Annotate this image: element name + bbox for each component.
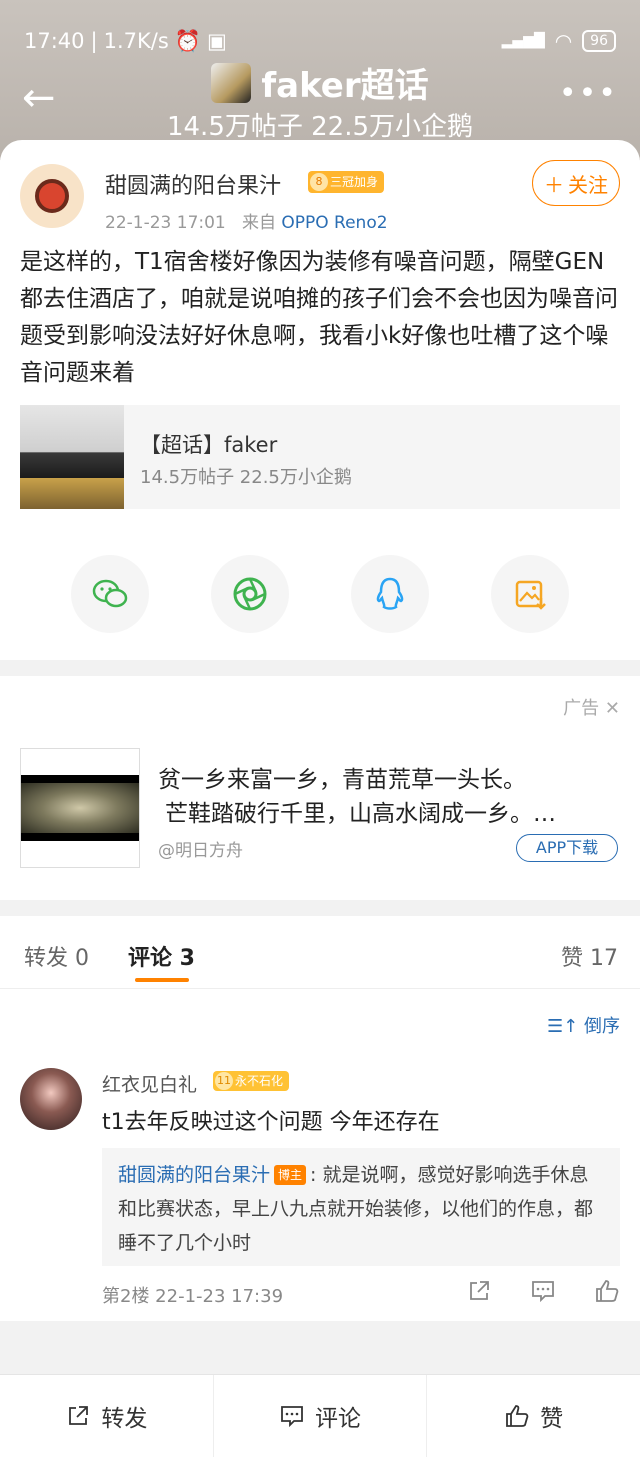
comment-reply-icon[interactable] bbox=[530, 1278, 556, 1304]
ad-source[interactable]: @明日方舟 bbox=[158, 836, 243, 861]
comment-actions bbox=[466, 1278, 620, 1304]
tab-like[interactable]: 赞 17 bbox=[561, 940, 618, 972]
share-wechat-button[interactable] bbox=[71, 555, 149, 633]
like-icon bbox=[506, 1405, 529, 1427]
comment-like-icon[interactable] bbox=[594, 1278, 620, 1304]
topic-link-title: 【超话】faker bbox=[140, 433, 278, 457]
sort-icon: ☰↑ bbox=[547, 1016, 579, 1037]
post-date: 22-1-23 17:01 bbox=[105, 213, 226, 233]
topic-link-stats: 14.5万帖子 22.5万小企鹅 bbox=[140, 467, 352, 488]
reply-author[interactable]: 甜圆满的阳台果汁 bbox=[118, 1164, 270, 1186]
ad-text-line1: 贫一乡来富一乡，青苗荒草一头长。 bbox=[158, 767, 526, 793]
alarm-icon: ⏰ bbox=[174, 28, 201, 53]
commenter-level-badge[interactable]: 11 永不石化 bbox=[213, 1071, 290, 1091]
comment-text: t1去年反映过这个问题 今年还存在 bbox=[102, 1110, 440, 1135]
wechat-icon bbox=[92, 579, 128, 608]
share-moments-button[interactable] bbox=[211, 555, 289, 633]
comment-share-icon[interactable] bbox=[466, 1278, 492, 1304]
tab-comment[interactable]: 评论 3 bbox=[128, 940, 195, 972]
topic-header: 17:40 | 1.7K/s ⏰ ▣ ▂▄▆█ ◠ 96 ← faker超话 1… bbox=[0, 0, 640, 160]
author-level-badge[interactable]: 8 三冠加身 bbox=[308, 171, 385, 193]
ad-text-line2: 芒鞋踏破行千里，山高水阔成一乡。… bbox=[165, 801, 556, 827]
network-speed: 1.7K/s bbox=[103, 29, 169, 53]
sort-button[interactable]: ☰↑ 倒序 bbox=[547, 1012, 620, 1038]
plus-icon: ＋ bbox=[544, 172, 564, 197]
qq-icon bbox=[376, 577, 404, 610]
repost-button[interactable]: 转发 bbox=[0, 1375, 214, 1457]
post-device[interactable]: OPPO Reno2 bbox=[281, 213, 387, 233]
battery-indicator: 96 bbox=[582, 30, 616, 52]
commenter-name[interactable]: 红衣见白礼 bbox=[102, 1070, 197, 1097]
divider bbox=[0, 988, 640, 989]
status-time: 17:40 bbox=[24, 29, 85, 53]
author-avatar[interactable] bbox=[20, 164, 84, 228]
blogger-tag: 博主 bbox=[274, 1165, 307, 1185]
commenter-avatar[interactable] bbox=[20, 1068, 82, 1130]
topic-title[interactable]: faker超话 bbox=[0, 58, 640, 107]
post-text: 是这样的，T1宿舍楼好像因为装修有噪音问题，隔壁GEN都去住酒店了，咱就是说咱摊… bbox=[20, 249, 618, 386]
share-qq-button[interactable] bbox=[351, 555, 429, 633]
author-name[interactable]: 甜圆满的阳台果汁 bbox=[105, 168, 281, 200]
nfc-icon: ▣ bbox=[206, 29, 227, 53]
comments-section: 转发 0 评论 3 赞 17 ☰↑ 倒序 红衣见白礼 11 永不石化 t1去年反… bbox=[0, 916, 640, 1321]
like-button[interactable]: 赞 bbox=[427, 1375, 640, 1457]
ad-label[interactable]: 广告 ✕ bbox=[563, 694, 620, 720]
post-meta: 22-1-23 17:01 来自 OPPO Reno2 bbox=[105, 213, 388, 233]
tab-repost[interactable]: 转发 0 bbox=[24, 940, 89, 972]
status-bar: 17:40 | 1.7K/s ⏰ ▣ ▂▄▆█ ◠ 96 bbox=[24, 26, 616, 56]
wifi-icon: ◠ bbox=[554, 29, 573, 53]
bottom-action-bar: 转发 评论 赞 bbox=[0, 1374, 640, 1457]
topic-stats: 14.5万帖子 22.5万小企鹅 bbox=[166, 112, 474, 142]
more-options-icon[interactable]: ••• bbox=[559, 76, 618, 111]
reply-preview[interactable]: 甜圆满的阳台果汁 博主: 就是说啊，感觉好影响选手休息和比赛状态，早上八九点就开始… bbox=[102, 1148, 620, 1266]
moments-icon bbox=[233, 577, 267, 611]
topic-avatar bbox=[211, 62, 252, 103]
comment-meta: 第2楼 22-1-23 17:39 bbox=[102, 1286, 284, 1307]
comment-icon bbox=[281, 1406, 303, 1428]
image-download-icon bbox=[515, 580, 546, 610]
ad-card[interactable]: 广告 ✕ 贫一乡来富一乡，青苗荒草一头长。 芒鞋踏破行千里，山高水阔成一乡。… … bbox=[0, 676, 640, 900]
signal-icon: ▂▄▆█ bbox=[501, 33, 545, 49]
share-row bbox=[0, 555, 640, 635]
close-icon[interactable]: ✕ bbox=[605, 698, 620, 719]
follow-button[interactable]: ＋ 关注 bbox=[532, 160, 620, 206]
topic-thumbnail bbox=[20, 405, 124, 509]
app-download-button[interactable]: APP下载 bbox=[516, 834, 618, 862]
comment-button[interactable]: 评论 bbox=[214, 1375, 428, 1457]
active-tab-indicator bbox=[135, 978, 189, 982]
post-card: 甜圆满的阳台果汁 8 三冠加身 22-1-23 17:01 来自 OPPO Re… bbox=[0, 140, 640, 660]
repost-icon bbox=[69, 1406, 89, 1425]
topic-link-card[interactable]: 【超话】faker 14.5万帖子 22.5万小企鹅 bbox=[20, 405, 620, 509]
ad-thumbnail[interactable] bbox=[20, 748, 140, 868]
save-image-button[interactable] bbox=[491, 555, 569, 633]
